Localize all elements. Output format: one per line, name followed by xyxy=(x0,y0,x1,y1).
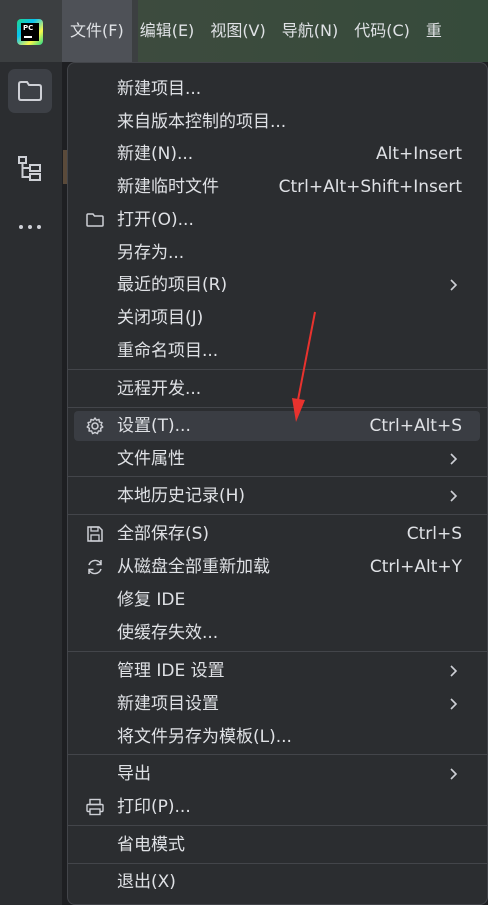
menu-item-new-project[interactable]: 新建项目... xyxy=(74,74,480,104)
structure-icon xyxy=(18,156,41,181)
chevron-right-icon xyxy=(450,490,458,502)
structure-tool-button[interactable] xyxy=(8,146,52,190)
menu-item-save-all[interactable]: 全部保存(S) Ctrl+S xyxy=(74,519,480,549)
shortcut-label: Ctrl+Alt+S xyxy=(369,416,462,436)
menu-item-label: 从磁盘全部重新加载 xyxy=(117,557,270,577)
menu-separator xyxy=(68,825,487,826)
menu-separator xyxy=(68,651,487,652)
menu-separator xyxy=(68,369,487,370)
menu-item-print[interactable]: 打印(P)... xyxy=(74,792,480,822)
menu-item-label: 本地历史记录(H) xyxy=(117,486,246,506)
menu-view[interactable]: 视图(V) xyxy=(202,0,273,62)
menu-item-save-as[interactable]: 另存为... xyxy=(74,238,480,268)
chevron-right-icon xyxy=(450,453,458,465)
menu-navigate[interactable]: 导航(N) xyxy=(274,0,346,62)
menu-item-open[interactable]: 打开(O)... xyxy=(74,205,480,235)
menu-item-local-history[interactable]: 本地历史记录(H) xyxy=(74,481,480,511)
print-icon xyxy=(86,798,104,816)
menu-item-label: 打印(P)... xyxy=(117,797,191,817)
menu-item-label: 最近的项目(R) xyxy=(117,275,228,295)
menu-separator xyxy=(68,514,487,515)
menu-item-project-from-vcs[interactable]: 来自版本控制的项目... xyxy=(74,107,480,137)
menu-item-label: 来自版本控制的项目... xyxy=(117,112,287,132)
logo-text: PC xyxy=(23,24,34,32)
menu-item-new-project-settings[interactable]: 新建项目设置 xyxy=(74,689,480,719)
menu-code[interactable]: 代码(C) xyxy=(346,0,418,62)
shortcut-label: Ctrl+Alt+Shift+Insert xyxy=(278,177,462,197)
gear-icon xyxy=(86,417,104,435)
menu-separator xyxy=(68,863,487,864)
menu-item-recent-projects[interactable]: 最近的项目(R) xyxy=(74,270,480,300)
menu-item-label: 将文件另存为模板(L)... xyxy=(117,727,292,747)
menu-item-label: 重命名项目... xyxy=(117,341,219,361)
main-menu-bar: 文件(F) 编辑(E) 视图(V) 导航(N) 代码(C) 重 xyxy=(62,0,450,62)
menu-item-rename-project[interactable]: 重命名项目... xyxy=(74,336,480,366)
menu-item-label: 导出 xyxy=(117,764,151,784)
pycharm-logo-icon: PC xyxy=(17,19,43,45)
folder-icon xyxy=(86,213,104,227)
menu-item-label: 另存为... xyxy=(117,243,185,263)
menu-item-label: 使缓存失效... xyxy=(117,623,219,643)
more-icon xyxy=(19,225,41,229)
menu-item-save-as-template[interactable]: 将文件另存为模板(L)... xyxy=(74,722,480,752)
menu-item-label: 修复 IDE xyxy=(117,590,186,610)
more-tools-button[interactable] xyxy=(8,205,52,249)
menu-item-label: 文件属性 xyxy=(117,449,185,469)
menu-item-label: 全部保存(S) xyxy=(117,524,210,544)
tool-window-sidebar xyxy=(0,62,63,905)
save-icon xyxy=(87,526,103,542)
menu-file[interactable]: 文件(F) xyxy=(62,0,132,62)
menu-separator xyxy=(68,754,487,755)
menu-item-export[interactable]: 导出 xyxy=(74,759,480,789)
chevron-right-icon xyxy=(450,768,458,780)
chevron-right-icon xyxy=(450,665,458,677)
menu-item-label: 新建临时文件 xyxy=(117,177,219,197)
menu-item-file-properties[interactable]: 文件属性 xyxy=(74,444,480,474)
file-menu-popup: 新建项目... 来自版本控制的项目... 新建(N)... Alt+Insert … xyxy=(67,62,488,905)
menu-item-label: 新建项目... xyxy=(117,79,202,99)
menu-item-new[interactable]: 新建(N)... Alt+Insert xyxy=(74,139,480,169)
menu-item-label: 新建(N)... xyxy=(117,144,194,164)
shortcut-label: Alt+Insert xyxy=(375,144,462,164)
menu-item-remote-dev[interactable]: 远程开发... xyxy=(74,374,480,404)
folder-icon xyxy=(18,81,42,101)
menu-item-close-project[interactable]: 关闭项目(J) xyxy=(74,303,480,333)
menu-item-repair-ide[interactable]: 修复 IDE xyxy=(74,585,480,615)
shortcut-label: Ctrl+Alt+Y xyxy=(369,557,462,577)
menu-item-label: 省电模式 xyxy=(117,835,185,855)
menu-item-label: 管理 IDE 设置 xyxy=(117,661,225,681)
menu-item-label: 远程开发... xyxy=(117,379,202,399)
menu-separator xyxy=(68,476,487,477)
menu-item-reload-all[interactable]: 从磁盘全部重新加载 Ctrl+Alt+Y xyxy=(74,552,480,582)
menu-item-exit[interactable]: 退出(X) xyxy=(74,867,480,897)
shortcut-label: Ctrl+S xyxy=(406,524,462,544)
chevron-right-icon xyxy=(450,698,458,710)
menu-item-invalidate-caches[interactable]: 使缓存失效... xyxy=(74,618,480,648)
menu-item-settings[interactable]: 设置(T)... Ctrl+Alt+S xyxy=(74,411,480,441)
menu-item-manage-ide-settings[interactable]: 管理 IDE 设置 xyxy=(74,656,480,686)
chevron-right-icon xyxy=(450,279,458,291)
menu-item-label: 退出(X) xyxy=(117,872,176,892)
menu-refactor[interactable]: 重 xyxy=(418,0,450,62)
menu-item-power-save[interactable]: 省电模式 xyxy=(74,830,480,860)
menu-item-label: 打开(O)... xyxy=(117,210,194,230)
menu-edit[interactable]: 编辑(E) xyxy=(132,0,203,62)
menu-item-label: 关闭项目(J) xyxy=(117,308,204,328)
menu-item-new-scratch-file[interactable]: 新建临时文件 Ctrl+Alt+Shift+Insert xyxy=(74,172,480,202)
reload-icon xyxy=(88,559,102,575)
menu-item-label: 新建项目设置 xyxy=(117,694,219,714)
menu-separator xyxy=(68,407,487,408)
menu-item-label: 设置(T)... xyxy=(117,416,191,436)
project-tool-button[interactable] xyxy=(8,69,52,113)
